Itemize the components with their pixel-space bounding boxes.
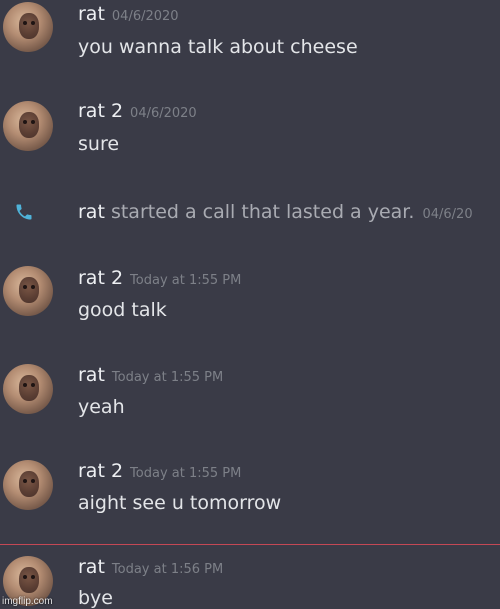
new-messages-divider xyxy=(0,544,500,545)
rat-avatar[interactable] xyxy=(3,266,53,316)
timestamp: Today at 1:56 PM xyxy=(111,562,224,577)
username[interactable]: rat 2 xyxy=(78,267,123,289)
message-text: you wanna talk about cheese xyxy=(78,36,358,58)
username[interactable]: rat 2 xyxy=(78,100,123,122)
username[interactable]: rat xyxy=(78,3,105,25)
timestamp: Today at 1:55 PM xyxy=(130,466,242,481)
timestamp: 04/6/2020 xyxy=(130,106,197,121)
message-text: yeah xyxy=(78,396,125,418)
message-text: aight see u tomorrow xyxy=(78,492,282,514)
phone-icon xyxy=(16,204,32,220)
rat-avatar[interactable] xyxy=(3,101,53,151)
username[interactable]: rat xyxy=(78,201,105,223)
timestamp: 04/6/20 xyxy=(422,207,473,222)
username[interactable]: rat xyxy=(78,364,105,386)
timestamp: Today at 1:55 PM xyxy=(130,273,242,288)
username[interactable]: rat xyxy=(78,556,105,578)
watermark: imgflip.com xyxy=(2,596,53,607)
call-text: started a call that lasted a year. xyxy=(110,201,415,223)
rat-avatar[interactable] xyxy=(3,460,53,510)
username[interactable]: rat 2 xyxy=(78,460,123,482)
message-text: bye xyxy=(78,587,113,609)
timestamp: 04/6/2020 xyxy=(111,9,179,24)
rat-avatar[interactable] xyxy=(3,364,53,414)
timestamp: Today at 1:55 PM xyxy=(111,370,224,385)
call-event: rat started a call that lasted a year. 0… xyxy=(78,201,473,223)
message-text: good talk xyxy=(78,299,167,321)
message-text: sure xyxy=(78,133,120,155)
rat-avatar[interactable] xyxy=(3,2,53,52)
